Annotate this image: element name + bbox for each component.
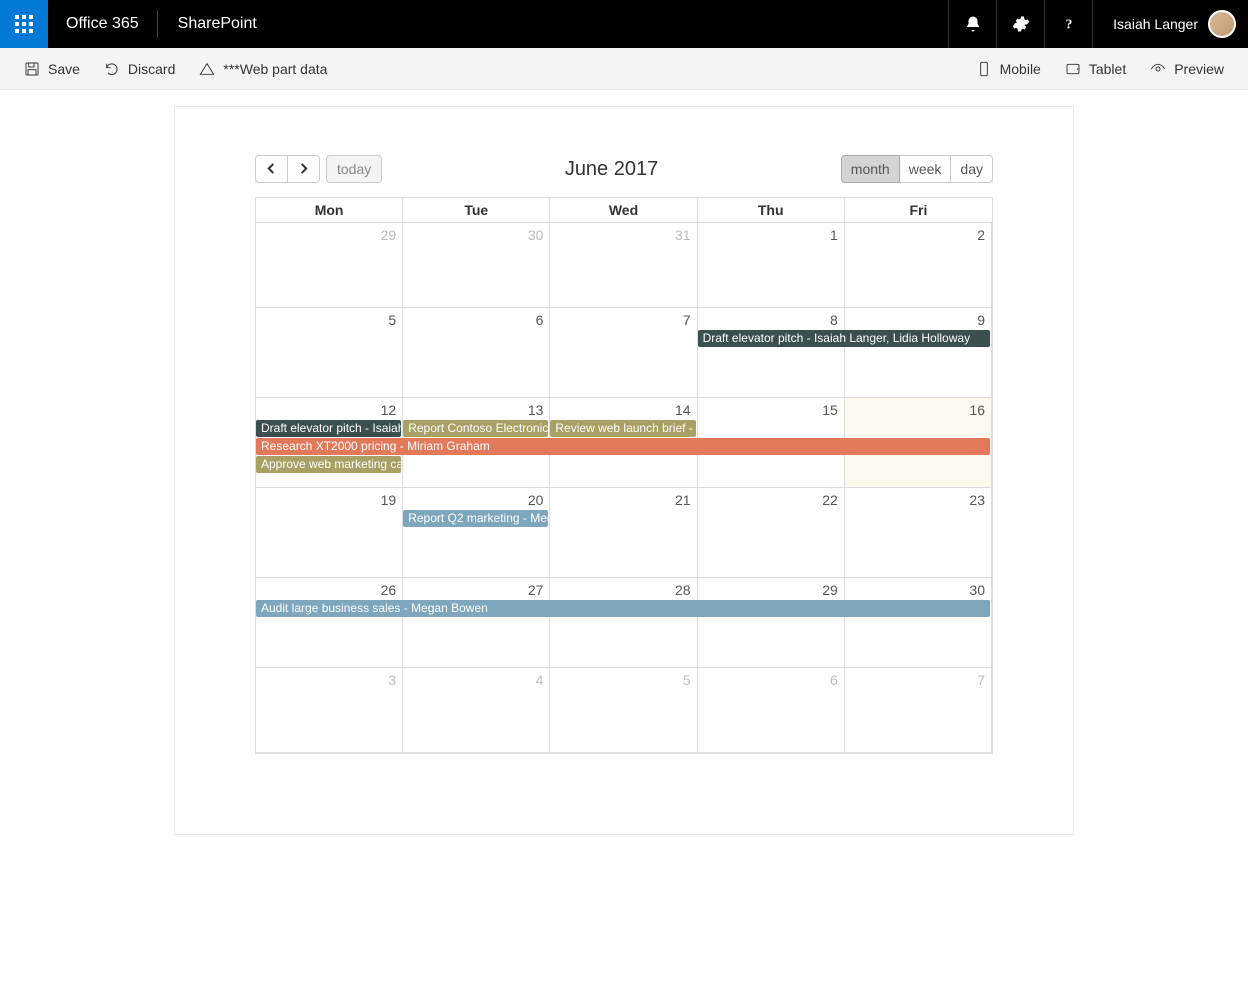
calendar-day-cell[interactable]: 4	[403, 668, 550, 753]
mobile-icon	[976, 61, 992, 77]
calendar-event[interactable]: Review web launch brief - Is	[550, 420, 695, 437]
tablet-view-button[interactable]: Tablet	[1053, 48, 1138, 89]
calendar-week-row: 29303112	[256, 223, 992, 308]
week-view-button[interactable]: week	[900, 155, 952, 183]
calendar-day-cell[interactable]: 26	[256, 578, 403, 668]
preview-label: Preview	[1174, 61, 1224, 77]
calendar-body: 2930311256789Draft elevator pitch - Isai…	[256, 223, 992, 753]
undo-icon	[104, 61, 120, 77]
calendar-event[interactable]: Report Contoso Electronics s	[403, 420, 548, 437]
calendar-event[interactable]: Draft elevator pitch - Isaiah Langer, Li…	[698, 330, 990, 347]
eye-icon	[1150, 61, 1166, 77]
discard-label: Discard	[128, 61, 175, 77]
preview-button[interactable]: Preview	[1138, 48, 1236, 89]
avatar	[1208, 10, 1236, 38]
calendar-event[interactable]: Report Q2 marketing - Meg	[403, 510, 548, 527]
calendar-day-cell[interactable]: 6	[403, 308, 550, 398]
calendar-week-row: 2627282930Audit large business sales - M…	[256, 578, 992, 668]
calendar-header-cell: Fri	[845, 198, 992, 223]
calendar-day-cell[interactable]: 3	[256, 668, 403, 753]
calendar-event[interactable]: Audit large business sales - Megan Bowen	[256, 600, 990, 617]
webpart-data-button[interactable]: ***Web part data	[187, 48, 339, 89]
calendar-day-cell[interactable]: 19	[256, 488, 403, 578]
brand-link[interactable]: Office 365	[48, 15, 157, 33]
calendar-nav: today	[255, 155, 382, 183]
calendar-day-cell[interactable]: 5	[550, 668, 697, 753]
mobile-label: Mobile	[1000, 61, 1041, 77]
calendar-week-row: 1213141516Draft elevator pitch - Isaiah …	[256, 398, 992, 488]
calendar-day-cell[interactable]: 30	[403, 223, 550, 308]
bell-icon	[964, 15, 982, 33]
calendar-day-cell[interactable]: 27	[403, 578, 550, 668]
discard-button[interactable]: Discard	[92, 48, 187, 89]
tablet-icon	[1065, 61, 1081, 77]
help-icon: ?	[1060, 15, 1078, 33]
calendar-header-cell: Mon	[256, 198, 403, 223]
notifications-button[interactable]	[948, 0, 996, 48]
calendar-day-cell[interactable]: 7	[845, 668, 992, 753]
chevron-right-icon	[298, 163, 309, 174]
svg-text:?: ?	[1065, 17, 1072, 32]
calendar-day-cell[interactable]: 29	[256, 223, 403, 308]
calendar-day-cell[interactable]: 7	[550, 308, 697, 398]
calendar-header-cell: Wed	[550, 198, 697, 223]
chevron-left-icon	[266, 163, 277, 174]
calendar-title: June 2017	[565, 158, 658, 181]
calendar-grid: MonTueWedThuFri 2930311256789Draft eleva…	[255, 197, 993, 754]
calendar-day-cell[interactable]: 21	[550, 488, 697, 578]
user-menu[interactable]: Isaiah Langer	[1092, 0, 1248, 48]
tablet-label: Tablet	[1089, 61, 1126, 77]
page-canvas: today June 2017 month week day MonTueWed…	[174, 106, 1074, 835]
mobile-view-button[interactable]: Mobile	[964, 48, 1053, 89]
calendar-day-cell[interactable]: 30	[845, 578, 992, 668]
gear-icon	[1012, 15, 1030, 33]
calendar-day-cell[interactable]: 2	[845, 223, 992, 308]
triangle-icon	[199, 61, 215, 77]
calendar-header-cell: Tue	[403, 198, 550, 223]
day-view-button[interactable]: day	[951, 155, 993, 183]
calendar-day-cell[interactable]: 8	[698, 308, 845, 398]
calendar-day-cell[interactable]: 9	[845, 308, 992, 398]
calendar-day-cell[interactable]: 31	[550, 223, 697, 308]
calendar-day-cell[interactable]: 6	[698, 668, 845, 753]
calendar-header-cell: Thu	[698, 198, 845, 223]
prev-button[interactable]	[255, 155, 288, 183]
app-launcher-button[interactable]	[0, 0, 48, 48]
save-button[interactable]: Save	[12, 48, 92, 89]
calendar-day-cell[interactable]: 29	[698, 578, 845, 668]
calendar-day-cell[interactable]: 22	[698, 488, 845, 578]
calendar-event[interactable]: Approve web marketing cam	[256, 456, 401, 473]
month-view-button[interactable]: month	[841, 155, 900, 183]
save-icon	[24, 61, 40, 77]
next-button[interactable]	[288, 155, 320, 183]
view-switch: month week day	[841, 155, 993, 183]
calendar-day-cell[interactable]: 5	[256, 308, 403, 398]
waffle-icon	[15, 15, 33, 33]
app-name: SharePoint	[158, 15, 277, 33]
calendar-header-row: MonTueWedThuFri	[256, 198, 992, 223]
today-button[interactable]: today	[326, 155, 382, 183]
help-button[interactable]: ?	[1044, 0, 1092, 48]
calendar-day-cell[interactable]: 20	[403, 488, 550, 578]
command-bar: Save Discard ***Web part data Mobile Tab…	[0, 48, 1248, 90]
calendar-event[interactable]: Draft elevator pitch - Isaiah L	[256, 420, 401, 437]
calendar-day-cell[interactable]: 1	[698, 223, 845, 308]
calendar-week-row: 56789Draft elevator pitch - Isaiah Lange…	[256, 308, 992, 398]
calendar-event[interactable]: Research XT2000 pricing - Miriam Graham	[256, 438, 990, 455]
calendar-week-row: 34567	[256, 668, 992, 753]
calendar-day-cell[interactable]: 23	[845, 488, 992, 578]
save-label: Save	[48, 61, 80, 77]
o365-suite-bar: Office 365 SharePoint ? Isaiah Langer	[0, 0, 1248, 48]
webpart-label: ***Web part data	[223, 61, 327, 77]
calendar-day-cell[interactable]: 28	[550, 578, 697, 668]
calendar-week-row: 1920212223 Report Q2 marketing - Meg	[256, 488, 992, 578]
user-name: Isaiah Langer	[1113, 16, 1198, 32]
settings-button[interactable]	[996, 0, 1044, 48]
calendar-toolbar: today June 2017 month week day	[255, 155, 993, 183]
